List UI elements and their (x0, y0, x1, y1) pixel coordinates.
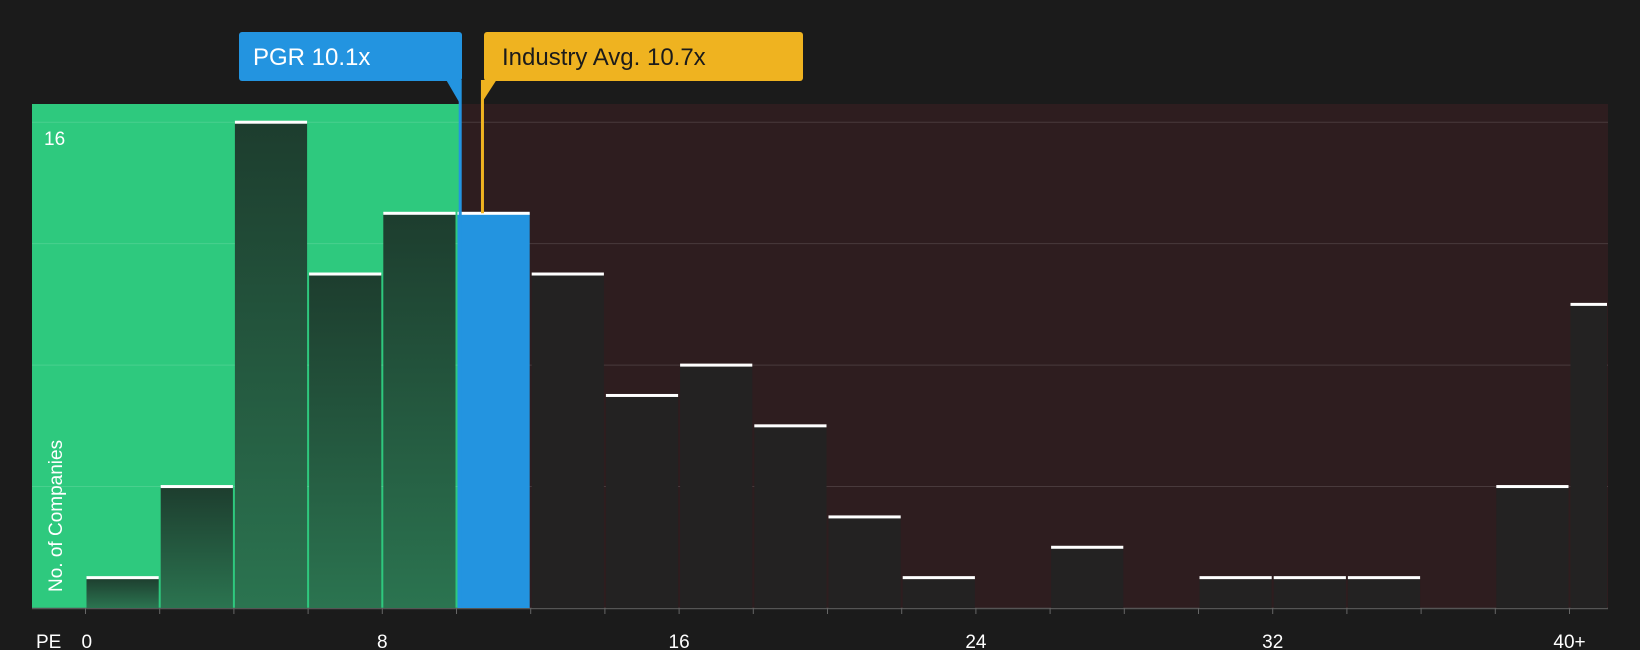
y-tick-label: 16 (44, 129, 65, 150)
bar-cap (680, 363, 753, 367)
bar-cap (902, 576, 975, 580)
y-axis-label: No. of Companies (46, 440, 67, 592)
bar (902, 577, 975, 608)
x-tick-label: 8 (377, 632, 388, 650)
bar (160, 486, 233, 608)
x-tick-label: 16 (669, 632, 690, 650)
bar (1347, 577, 1421, 608)
bar (605, 395, 679, 608)
bar-cap (1570, 302, 1607, 306)
x-ticks: 0 8 16 24 32 40+ (82, 632, 1586, 650)
company-callout-label: PGR 10.1x (253, 44, 370, 71)
company-marker-pointer (446, 80, 461, 104)
bar (457, 213, 530, 608)
bar-cap (383, 211, 456, 215)
bar (234, 122, 308, 609)
bar (754, 425, 827, 608)
bar-cap (754, 424, 827, 428)
bar (383, 213, 456, 608)
pe-distribution-chart: 0 8 16 24 32 40+ 16 No. of Companies PE PGR 1… (32, 32, 1608, 650)
bar (680, 365, 753, 608)
bar-cap (309, 272, 382, 276)
bar-cap (234, 120, 308, 124)
bar-cap (86, 576, 159, 580)
x-tick-label: 32 (1262, 632, 1283, 650)
industry-callout-label: Industry Avg. 10.7x (502, 44, 706, 71)
bar (1051, 547, 1124, 608)
bar-cap (828, 515, 901, 519)
bar (1570, 304, 1607, 608)
bar-cap (605, 393, 679, 397)
bar-cap (457, 211, 530, 215)
x-axis-label: PE (36, 632, 61, 650)
bar-cap (1347, 576, 1421, 580)
bar-cap (1199, 576, 1272, 580)
bar-cap (1273, 576, 1346, 580)
y-ticks: 16 (44, 129, 65, 150)
x-tick-label: 40+ (1553, 632, 1585, 650)
bar-cap (1496, 485, 1569, 489)
bar-cap (531, 272, 604, 276)
bar (1199, 577, 1272, 608)
x-tick-label: 0 (82, 632, 93, 650)
bar (531, 274, 604, 608)
bar (828, 516, 901, 608)
bar (86, 577, 159, 608)
x-tick-label: 24 (965, 632, 987, 650)
bar (1273, 577, 1346, 608)
bar (1496, 486, 1569, 608)
bar (309, 274, 382, 608)
bar-cap (160, 485, 233, 489)
bar-cap (1051, 545, 1124, 549)
